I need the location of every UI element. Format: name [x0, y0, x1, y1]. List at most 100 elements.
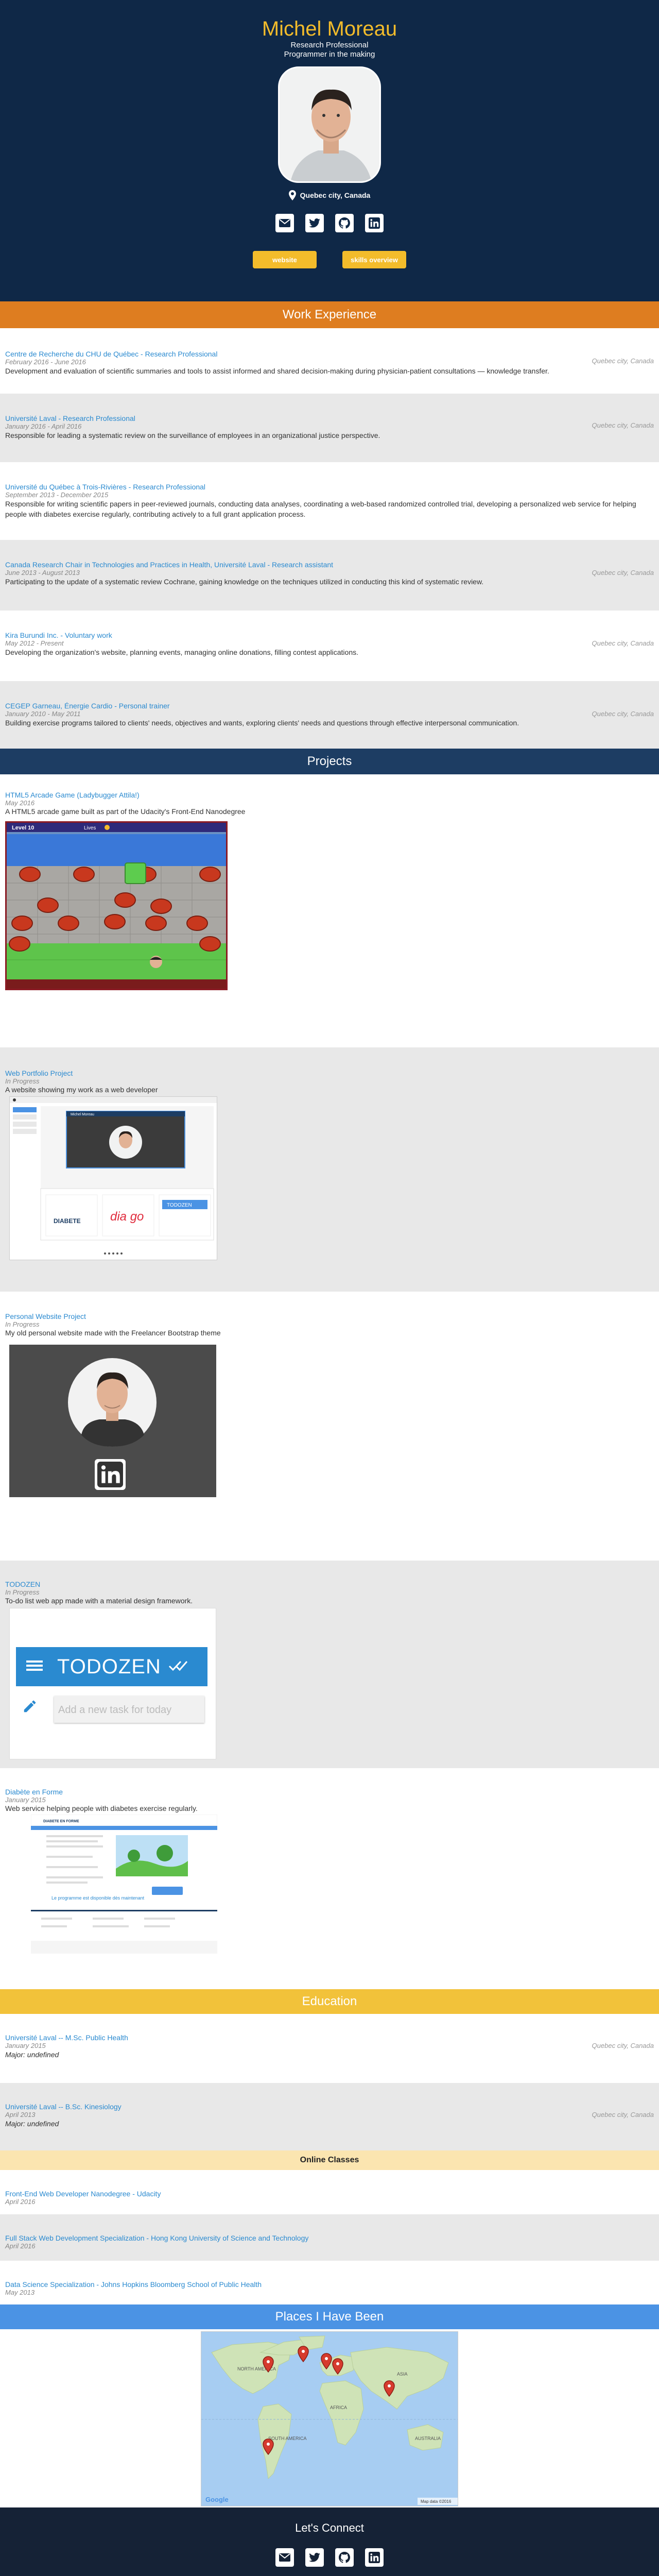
- online-class-title[interactable]: Data Science Specialization - Johns Hopk…: [5, 2280, 654, 2289]
- work-heading: Work Experience: [0, 301, 659, 328]
- game-level-label: Level 10: [12, 825, 34, 831]
- work-title[interactable]: CEGEP Garneau, Énergie Cardio - Personal…: [5, 702, 654, 710]
- project-item: Web Portfolio Project In Progress A webs…: [0, 1047, 659, 1292]
- personal-website-screenshot[interactable]: [9, 1345, 216, 1497]
- map-pin-icon: [288, 190, 296, 200]
- todozen-screenshot[interactable]: TODOZEN Add a new task for today: [9, 1608, 216, 1759]
- map-label-sa: SOUTH AMERICA: [268, 2436, 307, 2441]
- work-location: Quebec city, Canada: [592, 357, 654, 365]
- world-map[interactable]: NORTH AMERICA SOUTH AMERICA AFRICA ASIA …: [201, 2331, 458, 2506]
- portfolio-logo-todozen: TODOZEN: [167, 1202, 192, 1208]
- work-item: Université du Québec à Trois-Rivières - …: [0, 462, 659, 540]
- diabete-shot-text: Le programme est disponible dès maintena…: [51, 1895, 145, 1901]
- online-class-date: May 2013: [5, 2289, 35, 2296]
- map-label-asia: ASIA: [397, 2371, 408, 2377]
- new-task-input[interactable]: Add a new task for today: [54, 1696, 204, 1723]
- project-item: TODOZEN In Progress To-do list web app m…: [0, 1561, 659, 1768]
- diabete-screenshot[interactable]: DIABETE EN FORME Le programme est dispon…: [30, 1814, 218, 1954]
- footer-social-links: [0, 2548, 659, 2567]
- work-item: Canada Research Chair in Technologies an…: [0, 540, 659, 611]
- project-title[interactable]: TODOZEN: [5, 1580, 654, 1588]
- location-label: Quebec city, Canada: [300, 191, 371, 199]
- twitter-icon[interactable]: [305, 214, 324, 232]
- project-status: In Progress: [5, 1320, 40, 1328]
- double-check-icon: [168, 1660, 188, 1674]
- project-desc: To-do list web app made with a material …: [5, 1597, 193, 1605]
- work-date: June 2013 - August 2013: [5, 569, 80, 577]
- menu-icon[interactable]: [26, 1659, 43, 1674]
- work-title[interactable]: Canada Research Chair in Technologies an…: [5, 561, 654, 569]
- page-title: Michel Moreau: [262, 18, 397, 40]
- project-date: January 2015: [5, 1796, 46, 1804]
- work-item: CEGEP Garneau, Énergie Cardio - Personal…: [0, 681, 659, 749]
- online-class-item: Front-End Web Developer Nanodegree - Uda…: [0, 2170, 659, 2214]
- map-credit: Map data ©2016: [421, 2499, 452, 2504]
- twitter-icon[interactable]: [305, 2548, 324, 2567]
- online-class-date: April 2016: [5, 2198, 36, 2206]
- work-desc: Responsible for writing scientific paper…: [5, 500, 636, 518]
- work-date: May 2012 - Present: [5, 639, 64, 647]
- online-class-item: Full Stack Web Development Specializatio…: [0, 2214, 659, 2261]
- work-title[interactable]: Kira Burundi Inc. - Voluntary work: [5, 631, 654, 639]
- project-item: HTML5 Arcade Game (Ladybugger Attila!) M…: [0, 774, 659, 1047]
- location: Quebec city, Canada: [0, 190, 659, 200]
- email-icon[interactable]: [275, 214, 294, 232]
- education-item: Université Laval -- M.Sc. Public Health …: [0, 2014, 659, 2083]
- linkedin-icon[interactable]: [95, 1459, 126, 1490]
- portfolio-logo-diabete: DIABETE: [54, 1217, 81, 1225]
- education-major: Major: undefined: [5, 2120, 59, 2128]
- map-label-africa: AFRICA: [330, 2405, 347, 2410]
- map-label-aus: AUSTRALIA: [415, 2436, 441, 2441]
- work-list: Centre de Recherche du CHU de Québec - R…: [0, 328, 659, 749]
- project-desc: My old personal website made with the Fr…: [5, 1329, 221, 1337]
- skills-overview-button[interactable]: skills overview: [342, 251, 406, 268]
- online-classes-heading: Online Classes: [0, 2150, 659, 2170]
- github-icon[interactable]: [335, 214, 354, 232]
- work-title[interactable]: Centre de Recherche du CHU de Québec - R…: [5, 350, 654, 358]
- work-item: Centre de Recherche du CHU de Québec - R…: [0, 328, 659, 394]
- header: Michel Moreau Research Professional Prog…: [0, 0, 659, 301]
- project-title[interactable]: Personal Website Project: [5, 1312, 654, 1320]
- project-title[interactable]: Diabète en Forme: [5, 1788, 654, 1796]
- todozen-title: TODOZEN: [57, 1655, 161, 1678]
- project-title[interactable]: Web Portfolio Project: [5, 1069, 654, 1077]
- work-item: Université Laval - Research Professional…: [0, 394, 659, 462]
- project-date: May 2016: [5, 799, 35, 807]
- online-class-title[interactable]: Front-End Web Developer Nanodegree - Uda…: [5, 2190, 654, 2198]
- education-location: Quebec city, Canada: [592, 2111, 654, 2119]
- work-date: September 2013 - December 2015: [5, 491, 109, 499]
- header-buttons: website skills overview: [0, 251, 659, 268]
- education-location: Quebec city, Canada: [592, 2042, 654, 2049]
- work-location: Quebec city, Canada: [592, 639, 654, 647]
- arcade-game-screenshot[interactable]: Level 10 Lives: [5, 821, 228, 990]
- portfolio-screenshot[interactable]: Michel Moreau DIABETE dia go TODOZEN: [9, 1096, 217, 1260]
- work-title[interactable]: Université Laval - Research Professional: [5, 414, 654, 422]
- education-date: January 2015: [5, 2042, 46, 2049]
- project-title[interactable]: HTML5 Arcade Game (Ladybugger Attila!): [5, 791, 654, 799]
- game-lives-label: Lives: [84, 825, 96, 831]
- work-date: January 2016 - April 2016: [5, 422, 82, 430]
- linkedin-icon[interactable]: [365, 2548, 384, 2567]
- website-button[interactable]: website: [253, 251, 317, 268]
- avatar: [278, 66, 381, 183]
- projects-heading: Projects: [0, 749, 659, 774]
- education-title[interactable]: Université Laval -- B.Sc. Kinesiology: [5, 2103, 654, 2111]
- work-desc: Participating to the update of a systema…: [5, 578, 484, 586]
- work-title[interactable]: Université du Québec à Trois-Rivières - …: [5, 483, 654, 491]
- linkedin-icon[interactable]: [365, 214, 384, 232]
- education-title[interactable]: Université Laval -- M.Sc. Public Health: [5, 2033, 654, 2042]
- project-status: In Progress: [5, 1588, 40, 1596]
- map-brand: Google: [205, 2496, 229, 2503]
- github-icon[interactable]: [335, 2548, 354, 2567]
- education-item: Université Laval -- B.Sc. Kinesiology Qu…: [0, 2083, 659, 2150]
- online-class-title[interactable]: Full Stack Web Development Specializatio…: [5, 2234, 654, 2242]
- online-class-date: April 2016: [5, 2242, 36, 2250]
- social-links: [0, 214, 659, 232]
- work-desc: Responsible for leading a systematic rev…: [5, 431, 380, 439]
- project-desc: Web service helping people with diabetes…: [5, 1804, 198, 1812]
- footer: Let's Connect: [0, 2507, 659, 2576]
- places-section: NORTH AMERICA SOUTH AMERICA AFRICA ASIA …: [0, 2329, 659, 2507]
- work-date: January 2010 - May 2011: [5, 710, 81, 718]
- project-status: In Progress: [5, 1077, 40, 1085]
- email-icon[interactable]: [275, 2548, 294, 2567]
